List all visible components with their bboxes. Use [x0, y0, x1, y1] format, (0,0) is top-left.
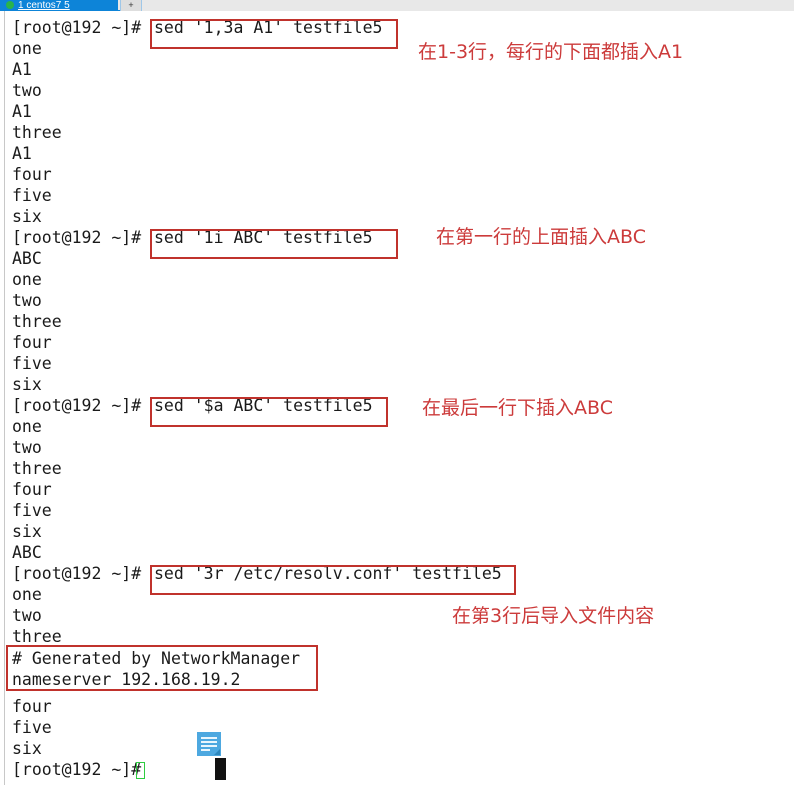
terminal-prompt-line: [root@192 ~]#: [12, 760, 152, 779]
terminal-prompt-line: [root@192 ~]#: [12, 228, 152, 247]
terminal-output-line: four: [12, 165, 52, 184]
terminal-prompt-line: [root@192 ~]#: [12, 18, 152, 37]
annotation-text: 在第一行的上面插入ABC: [436, 226, 646, 248]
terminal-output-line: four: [12, 333, 52, 352]
terminal-output-line: A1: [12, 60, 32, 79]
document-icon-corner: [214, 749, 220, 755]
terminal-output-line: five: [12, 186, 52, 205]
file-content-highlight-box: [6, 645, 318, 691]
terminal-output-line: six: [12, 522, 42, 541]
command-highlight-box: [150, 397, 388, 427]
terminal-output-line: two: [12, 81, 42, 100]
document-icon: [197, 732, 221, 756]
terminal-text-cursor: [136, 762, 145, 779]
terminal-output-line: one: [12, 270, 42, 289]
mouse-block-cursor: [215, 758, 226, 780]
terminal-output-line: A1: [12, 144, 32, 163]
terminal-prompt-line: [root@192 ~]#: [12, 564, 152, 583]
terminal-output-line: five: [12, 501, 52, 520]
terminal-output-line: three: [12, 627, 62, 646]
terminal-output-line: three: [12, 312, 62, 331]
terminal-output-line: A1: [12, 102, 32, 121]
terminal-output-line: two: [12, 438, 42, 457]
terminal-output-line: four: [12, 480, 52, 499]
terminal-output-line: ABC: [12, 249, 42, 268]
command-highlight-box: [150, 565, 516, 595]
terminal-output-line: one: [12, 585, 42, 604]
terminal-output-line: three: [12, 123, 62, 142]
document-icon-line: [201, 749, 210, 751]
terminal-output-line: five: [12, 354, 52, 373]
terminal-output-line: two: [12, 291, 42, 310]
new-tab-button[interactable]: +: [120, 0, 142, 11]
terminal-prompt-line: [root@192 ~]#: [12, 396, 152, 415]
terminal-output-line: six: [12, 739, 42, 758]
annotation-text: 在最后一行下插入ABC: [422, 397, 613, 419]
terminal-output-line: one: [12, 417, 42, 436]
terminal-tab-bar: 1 centos7 5 +: [0, 0, 794, 11]
document-icon-line: [201, 741, 217, 743]
document-icon-line: [201, 745, 217, 747]
annotation-text: 在1-3行，每行的下面都插入A1: [418, 41, 684, 63]
terminal-output-line: six: [12, 375, 42, 394]
command-highlight-box: [150, 19, 398, 49]
terminal-output-line: two: [12, 606, 42, 625]
terminal-output-line: three: [12, 459, 62, 478]
terminal-output-area[interactable]: [root@192 ~]# one A1 two A1 three A1 four five s…: [6, 11, 794, 785]
terminal-output-line: five: [12, 718, 52, 737]
terminal-output-line: four: [12, 697, 52, 716]
document-icon-line: [201, 737, 217, 739]
command-highlight-box: [150, 229, 398, 259]
terminal-output-line: six: [12, 207, 42, 226]
terminal-output-line: one: [12, 39, 42, 58]
session-status-dot: [6, 1, 14, 9]
window-left-border: [4, 11, 5, 785]
terminal-output-line: ABC: [12, 543, 42, 562]
annotation-text: 在第3行后导入文件内容: [452, 605, 655, 627]
